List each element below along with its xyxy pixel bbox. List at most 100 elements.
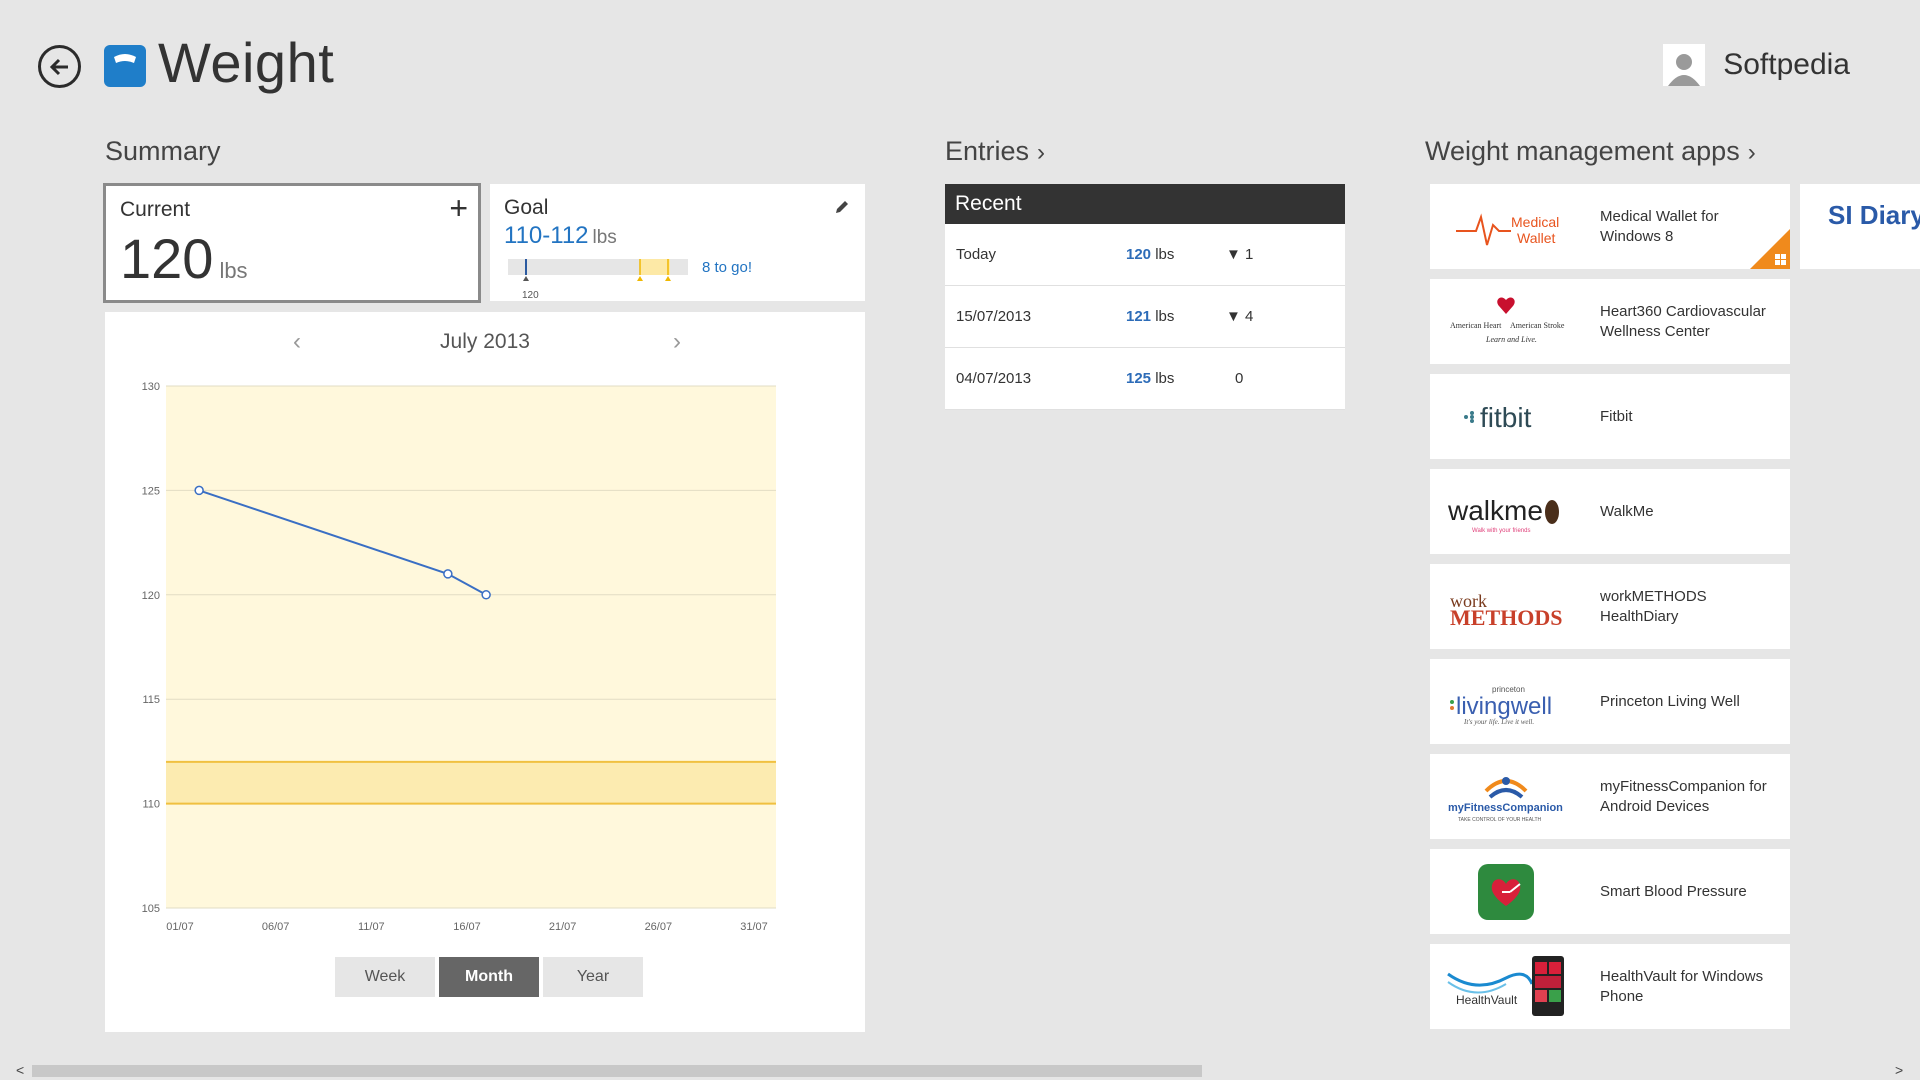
svg-text:livingwell: livingwell bbox=[1456, 693, 1552, 720]
apps-title-link[interactable]: Weight management apps › bbox=[1425, 136, 1756, 167]
app-tile-medical-wallet[interactable]: Medical Wallet Medical Wallet for Windows… bbox=[1430, 184, 1790, 269]
data-point bbox=[194, 485, 204, 496]
app-name: workMETHODS HealthDiary bbox=[1600, 587, 1707, 625]
x-tick-label: 06/07 bbox=[262, 921, 290, 933]
goal-band bbox=[166, 761, 776, 804]
myfitnesscompanion-logo: myFitnessCompanion TAKE CONTROL OF YOUR H… bbox=[1446, 764, 1566, 829]
entry-row[interactable]: 15/07/2013 121 lbs ▼ 4 bbox=[945, 286, 1345, 348]
goal-range-wrap: 110-112 lbs bbox=[504, 222, 617, 250]
current-weight-card[interactable]: Current 120 lbs + bbox=[103, 183, 481, 303]
entries-title: Entries bbox=[945, 136, 1030, 166]
entry-value: 120 bbox=[1126, 246, 1152, 263]
x-tick-label: 16/07 bbox=[453, 921, 481, 933]
goal-range: 110-112 bbox=[504, 222, 589, 249]
app-tile-smart-blood-pressure[interactable]: Smart Blood Pressure bbox=[1430, 849, 1790, 934]
x-tick-label: 31/07 bbox=[740, 921, 768, 933]
svg-text:American Heart: American Heart bbox=[1450, 321, 1502, 330]
entry-value-wrap: 120 lbs bbox=[1126, 246, 1174, 263]
fitbit-logo: fitbit bbox=[1446, 384, 1566, 449]
goal-label: Goal bbox=[504, 196, 549, 219]
app-tile-workmethods[interactable]: work METHODS workMETHODS HealthDiary bbox=[1430, 564, 1790, 649]
arrow-left-icon bbox=[49, 58, 68, 75]
goal-marker-label: 120 bbox=[522, 290, 539, 301]
range-month-button[interactable]: Month bbox=[439, 957, 539, 997]
entries-list: Recent Today 120 lbs ▼ 1 15/07/2013 121 … bbox=[945, 184, 1345, 410]
goal-to-go: 8 to go! bbox=[702, 259, 753, 276]
workmethods-logo: work METHODS bbox=[1446, 574, 1566, 639]
app-tile-heart360[interactable]: American Heart American Stroke Learn and L… bbox=[1430, 279, 1790, 364]
walkme-logo: walkme Walk with your friends bbox=[1446, 479, 1566, 544]
app-name: HealthVault for Windows Phone bbox=[1600, 967, 1764, 1005]
svg-text:TAKE CONTROL OF YOUR HEALTH: TAKE CONTROL OF YOUR HEALTH bbox=[1458, 817, 1542, 823]
y-tick-label: 125 bbox=[142, 485, 160, 497]
svg-text:METHODS: METHODS bbox=[1450, 605, 1562, 630]
entry-diff: ▼ 4 bbox=[1226, 308, 1254, 325]
user-name: Softpedia bbox=[1723, 48, 1850, 81]
horizontal-scrollbar[interactable]: < > bbox=[0, 1062, 1920, 1080]
range-week-button[interactable]: Week bbox=[335, 957, 435, 997]
entry-date: 15/07/2013 bbox=[956, 308, 1032, 325]
entry-unit: lbs bbox=[1155, 246, 1175, 263]
y-tick-label: 115 bbox=[142, 694, 160, 706]
back-button[interactable] bbox=[38, 45, 81, 88]
app-tile-myfitnesscompanion[interactable]: myFitnessCompanion TAKE CONTROL OF YOUR H… bbox=[1430, 754, 1790, 839]
svg-text:American Stroke: American Stroke bbox=[1510, 321, 1565, 330]
entry-row[interactable]: Today 120 lbs ▼ 1 bbox=[945, 224, 1345, 286]
entry-date: Today bbox=[956, 246, 997, 263]
data-point bbox=[443, 569, 453, 579]
add-weight-icon[interactable]: + bbox=[449, 190, 468, 227]
goal-progress-bar bbox=[508, 259, 688, 281]
app-tile-partial[interactable]: SI Diary bbox=[1800, 184, 1920, 269]
entry-value: 125 bbox=[1126, 370, 1152, 387]
x-tick-label: 26/07 bbox=[645, 921, 673, 933]
y-tick-label: 105 bbox=[142, 903, 160, 915]
y-tick-label: 130 bbox=[142, 381, 160, 393]
app-tile-fitbit[interactable]: fitbit Fitbit bbox=[1430, 374, 1790, 459]
svg-text:myFitnessCompanion: myFitnessCompanion bbox=[1448, 802, 1563, 814]
entry-unit: lbs bbox=[1155, 308, 1175, 325]
svg-text:HealthVault: HealthVault bbox=[1456, 993, 1518, 1007]
weight-chart-card: ‹ July 2013 › 105 110 115 120 125 130 01/07 06/… bbox=[105, 312, 865, 1032]
scroll-right-icon[interactable]: > bbox=[1895, 1062, 1903, 1078]
svg-text:fitbit: fitbit bbox=[1480, 402, 1532, 433]
entry-date: 04/07/2013 bbox=[956, 370, 1032, 387]
scroll-left-icon[interactable]: < bbox=[16, 1062, 24, 1078]
entry-value-wrap: 125 lbs bbox=[1126, 370, 1174, 387]
entry-row[interactable]: 04/07/2013 125 lbs 0 bbox=[945, 348, 1345, 410]
y-tick-label: 120 bbox=[142, 590, 160, 602]
livingwell-logo: princeton livingwell It's your life. Live … bbox=[1446, 669, 1566, 734]
app-tile-healthvault[interactable]: HealthVault HealthVault for Windows Phon… bbox=[1430, 944, 1790, 1029]
range-year-button[interactable]: Year bbox=[543, 957, 643, 997]
entry-value-wrap: 121 lbs bbox=[1126, 308, 1174, 325]
weight-line-chart: 105 110 115 120 125 130 01/07 06/07 11/07 16/07 21… bbox=[142, 381, 776, 933]
chevron-right-icon: › bbox=[1747, 139, 1756, 166]
apps-title: Weight management apps bbox=[1425, 136, 1740, 166]
app-name: myFitnessCompanion for Android Devices bbox=[1600, 777, 1767, 815]
app-name: Princeton Living Well bbox=[1600, 692, 1740, 710]
entry-value: 121 bbox=[1126, 308, 1152, 325]
chevron-right-icon: › bbox=[1037, 139, 1046, 166]
goal-card[interactable]: Goal 110-112 lbs 120 8 to go! bbox=[490, 184, 865, 301]
range-selector: Week Month Year bbox=[335, 957, 647, 997]
svg-text:It's your life. Live it well.: It's your life. Live it well. bbox=[1463, 718, 1534, 726]
entry-diff: 0 bbox=[1235, 370, 1244, 387]
edit-pencil-icon[interactable] bbox=[833, 198, 851, 221]
x-tick-label: 01/07 bbox=[166, 921, 194, 933]
scroll-thumb[interactable] bbox=[32, 1065, 1202, 1077]
x-tick-label: 11/07 bbox=[358, 921, 385, 933]
scale-app-icon bbox=[104, 45, 146, 87]
app-tile-princeton-living-well[interactable]: princeton livingwell It's your life. Live … bbox=[1430, 659, 1790, 744]
app-name: WalkMe bbox=[1600, 502, 1654, 520]
app-tile-walkme[interactable]: walkme Walk with your friends WalkMe bbox=[1430, 469, 1790, 554]
entry-unit: lbs bbox=[1155, 370, 1175, 387]
healthvault-logo: HealthVault bbox=[1446, 954, 1566, 1019]
current-unit: lbs bbox=[219, 258, 248, 283]
app-name: Fitbit bbox=[1600, 407, 1633, 425]
current-value-wrap: 120 lbs bbox=[120, 226, 248, 291]
page-title: Weight bbox=[158, 31, 335, 94]
user-account[interactable]: Softpedia bbox=[1663, 44, 1850, 86]
chart-plot-area bbox=[166, 386, 776, 908]
entries-title-link[interactable]: Entries › bbox=[945, 136, 1045, 167]
medical-wallet-logo: Medical Wallet bbox=[1446, 194, 1566, 259]
current-label: Current bbox=[120, 198, 191, 221]
